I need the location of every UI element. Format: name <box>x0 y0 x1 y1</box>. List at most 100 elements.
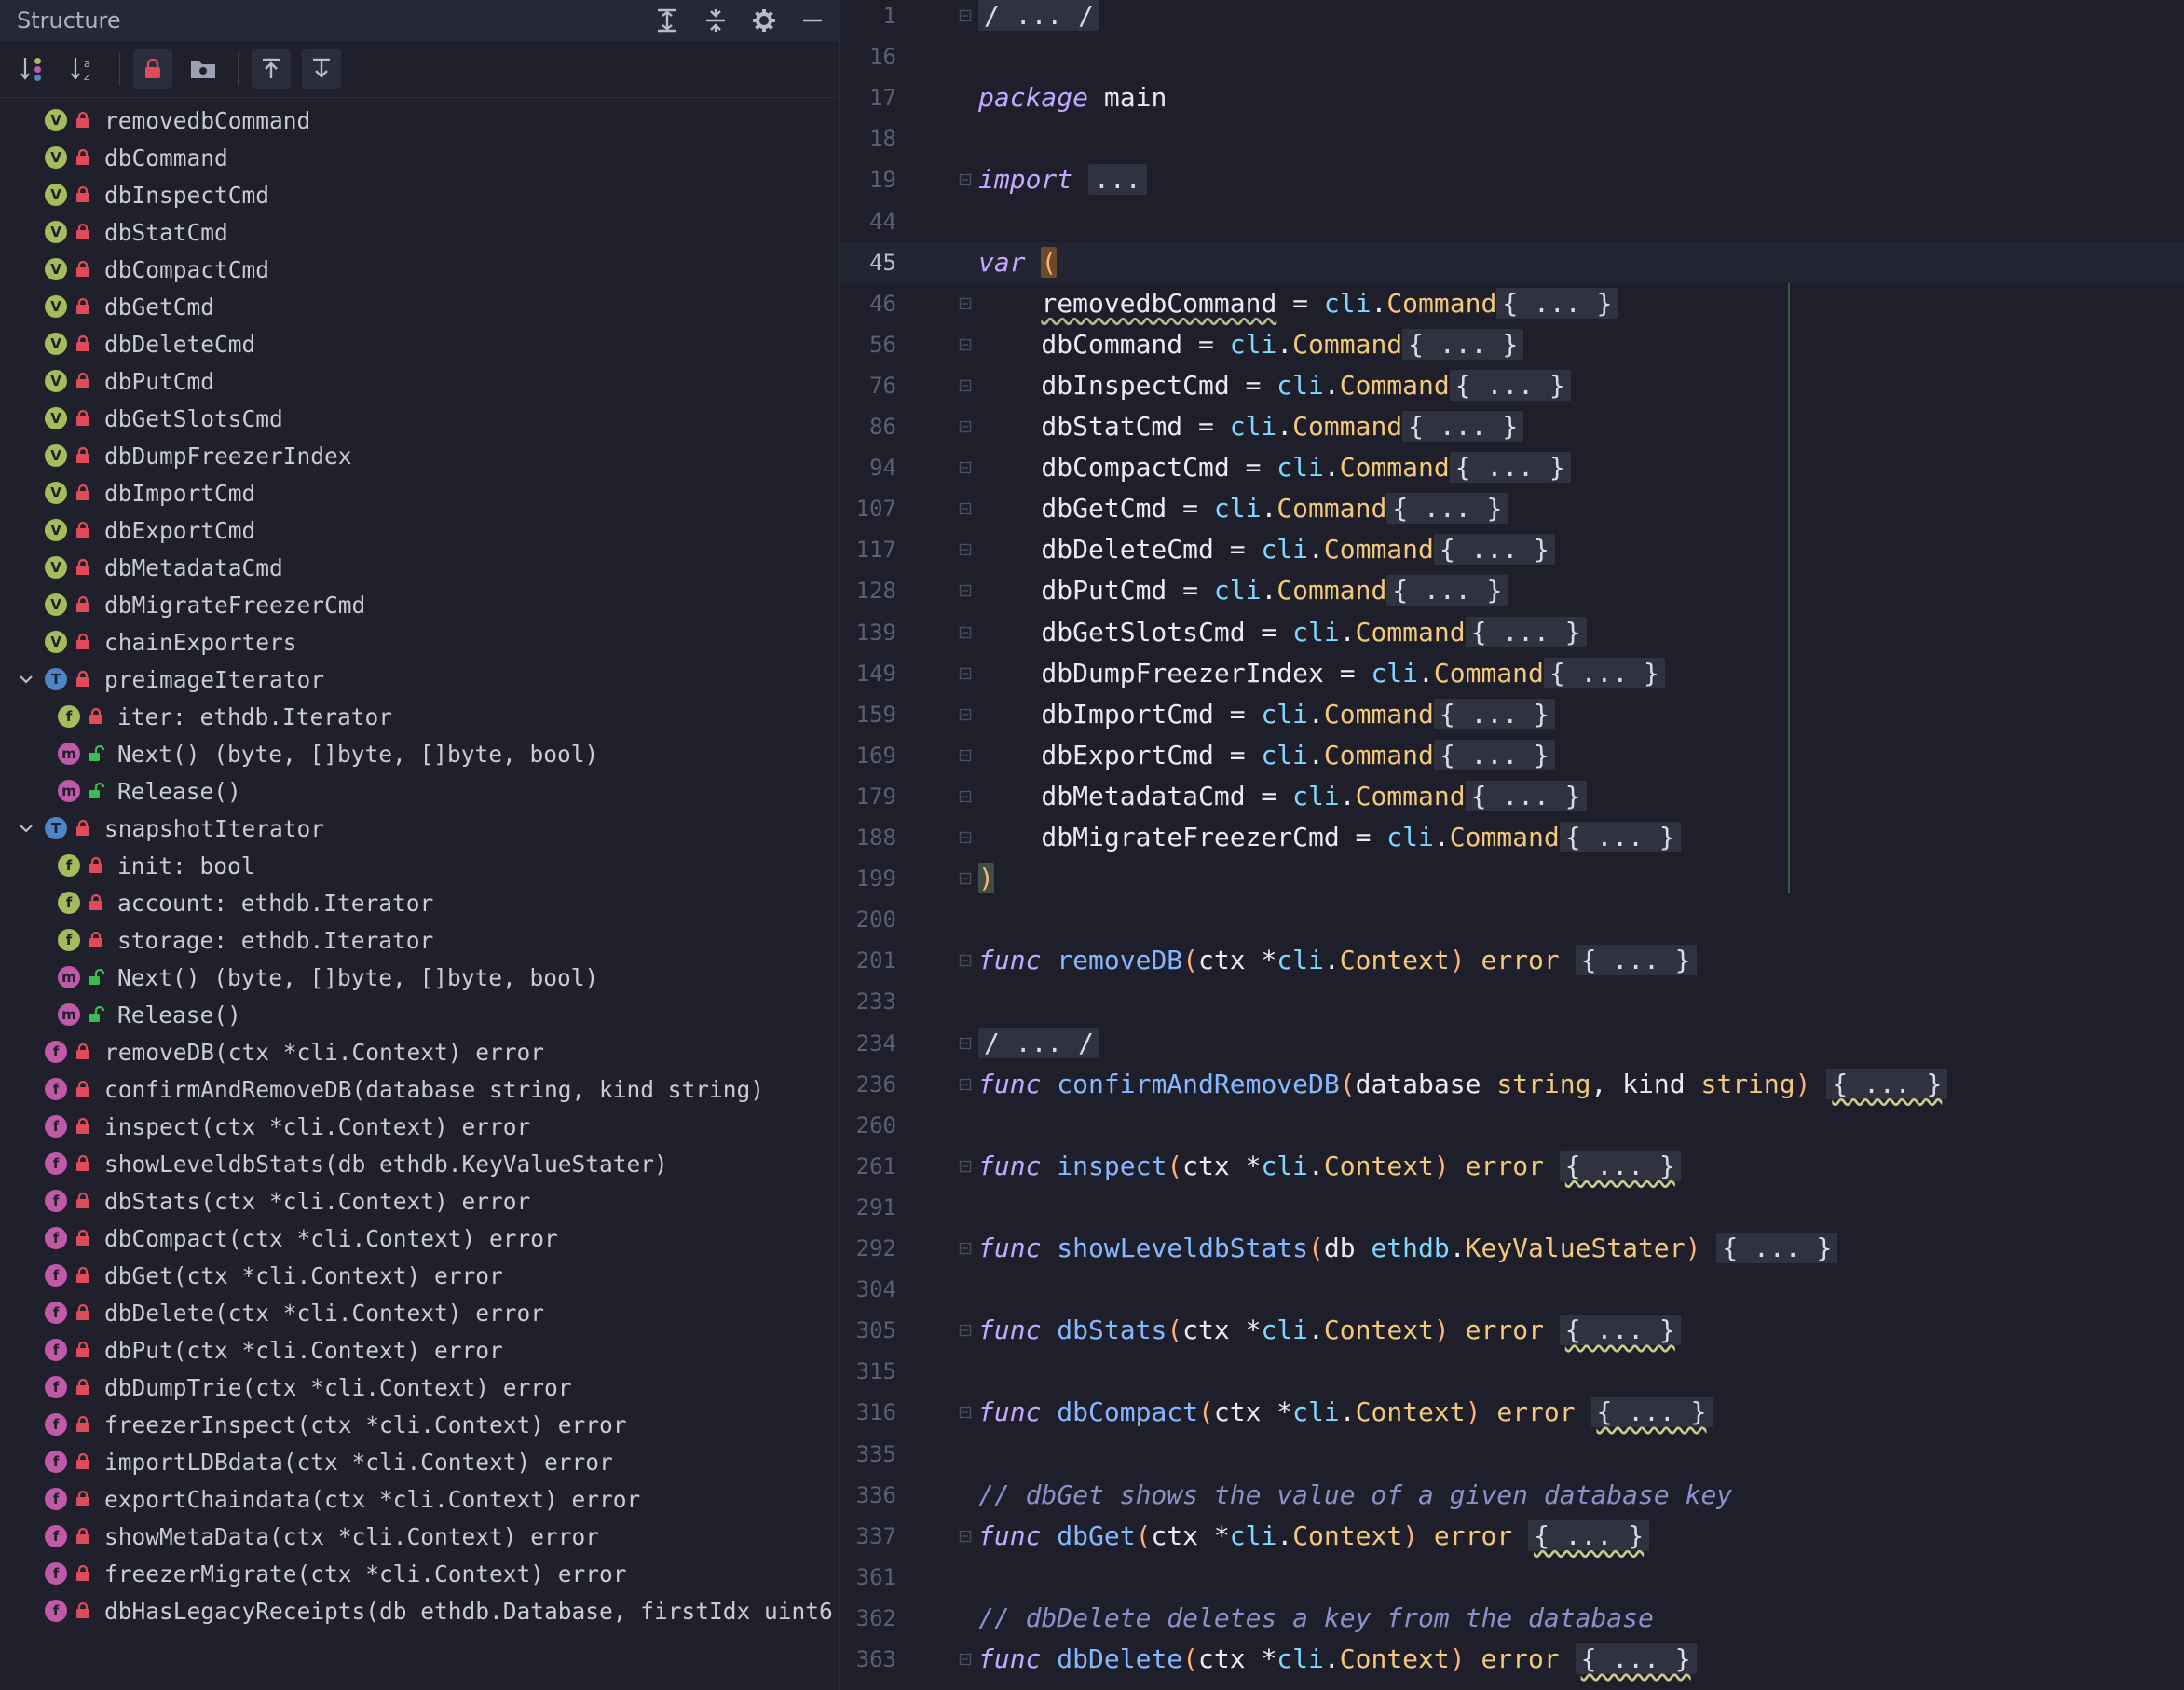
code-line[interactable]: 361 <box>840 1557 2184 1598</box>
line-number[interactable]: 139 <box>840 612 896 653</box>
line-number[interactable]: 316 <box>840 1392 896 1433</box>
line-number[interactable]: 336 <box>840 1475 896 1516</box>
show-private-icon[interactable] <box>133 49 172 89</box>
code-line[interactable]: 16 <box>840 36 2184 77</box>
code-line[interactable]: 56 dbCommand = cli.Command{ ... } <box>840 324 2184 365</box>
structure-item-function[interactable]: f freezerInspect(ctx *cli.Context) error <box>0 1406 839 1443</box>
code-line[interactable]: 149 dbDumpFreezerIndex = cli.Command{ ..… <box>840 653 2184 694</box>
folded-block[interactable]: { ... } <box>1433 534 1555 566</box>
fold-toggle-icon[interactable] <box>957 1064 974 1105</box>
fold-toggle-icon[interactable] <box>957 365 974 406</box>
line-number[interactable]: 233 <box>840 981 896 1022</box>
fold-toggle-icon[interactable] <box>957 0 974 36</box>
line-number[interactable]: 292 <box>840 1228 896 1269</box>
fold-toggle-icon[interactable] <box>957 1516 974 1557</box>
code-line[interactable]: 236 func confirmAndRemoveDB(database stri… <box>840 1064 2184 1105</box>
structure-item-variable[interactable]: VdbInspectCmd <box>0 176 839 213</box>
line-number[interactable]: 305 <box>840 1310 896 1351</box>
structure-item-variable[interactable]: VdbStatCmd <box>0 213 839 251</box>
code-line[interactable]: 363 func dbDelete(ctx *cli.Context) error… <box>840 1639 2184 1680</box>
line-number[interactable]: 107 <box>840 488 896 529</box>
structure-item-function[interactable]: f dbHasLegacyReceipts(db ethdb.Database, … <box>0 1592 839 1629</box>
code-line[interactable]: 304 <box>840 1269 2184 1310</box>
folded-block[interactable]: { ... } <box>1465 780 1587 811</box>
code-line[interactable]: 188 dbMigrateFreezerCmd = cli.Command{ .… <box>840 817 2184 858</box>
line-number[interactable]: 362 <box>840 1598 896 1639</box>
folded-block[interactable]: { ... } <box>1402 411 1524 442</box>
folded-block[interactable]: { ... } <box>1716 1233 1838 1263</box>
structure-item-method[interactable]: m Next() (byte, []byte, []byte, bool) <box>0 959 839 996</box>
line-number[interactable]: 16 <box>840 36 896 77</box>
line-number[interactable]: 18 <box>840 118 896 159</box>
collapse-all-icon[interactable] <box>695 2 736 39</box>
expand-all-icon[interactable] <box>647 2 688 39</box>
show-files-icon[interactable] <box>184 49 223 89</box>
line-number[interactable]: 188 <box>840 817 896 858</box>
minimize-icon[interactable] <box>792 2 833 39</box>
structure-item-variable[interactable]: VdbGetSlotsCmd <box>0 400 839 437</box>
line-number[interactable]: 45 <box>840 242 896 283</box>
line-number[interactable]: 291 <box>840 1187 896 1228</box>
structure-item-variable[interactable]: VdbCommand <box>0 139 839 176</box>
folded-block[interactable]: { ... } <box>1826 1068 1948 1099</box>
code-line[interactable]: 200 <box>840 899 2184 940</box>
code-line[interactable]: 86 dbStatCmd = cli.Command{ ... } <box>840 406 2184 447</box>
folded-block[interactable]: { ... } <box>1465 616 1587 647</box>
structure-item-function[interactable]: f inspect(ctx *cli.Context) error <box>0 1108 839 1145</box>
code-line[interactable]: 19 import ... <box>840 159 2184 200</box>
line-number[interactable]: 17 <box>840 77 896 118</box>
code-line[interactable]: 261 func inspect(ctx *cli.Context) error … <box>840 1146 2184 1187</box>
code-line[interactable]: 169 dbExportCmd = cli.Command{ ... } <box>840 735 2184 776</box>
structure-item-variable[interactable]: VdbMigrateFreezerCmd <box>0 586 839 623</box>
code-line[interactable]: 159 dbImportCmd = cli.Command{ ... } <box>840 694 2184 735</box>
fold-toggle-icon[interactable] <box>957 1392 974 1433</box>
folded-block[interactable]: / ... / <box>978 0 1100 31</box>
fold-toggle-icon[interactable] <box>957 612 974 653</box>
fold-toggle-icon[interactable] <box>957 694 974 735</box>
folded-block[interactable]: { ... } <box>1559 822 1681 852</box>
structure-item-variable[interactable]: VdbPutCmd <box>0 362 839 400</box>
structure-item-variable[interactable]: VchainExporters <box>0 623 839 661</box>
line-number[interactable]: 56 <box>840 324 896 365</box>
code-line[interactable]: 17 package main <box>840 77 2184 118</box>
structure-item-function[interactable]: f exportChaindata(ctx *cli.Context) error <box>0 1480 839 1518</box>
line-number[interactable]: 117 <box>840 529 896 570</box>
fold-toggle-icon[interactable] <box>957 1310 974 1351</box>
code-line[interactable]: 44 <box>840 201 2184 242</box>
line-number[interactable]: 201 <box>840 940 896 981</box>
code-line[interactable]: 315 <box>840 1351 2184 1392</box>
line-number[interactable]: 304 <box>840 1269 896 1310</box>
chevron-down-icon[interactable] <box>13 820 39 837</box>
folded-block[interactable]: ... <box>1088 164 1147 196</box>
line-number[interactable]: 94 <box>840 447 896 488</box>
fold-toggle-icon[interactable] <box>957 447 974 488</box>
fold-toggle-icon[interactable] <box>957 1228 974 1269</box>
structure-item-variable[interactable]: VdbExportCmd <box>0 511 839 549</box>
structure-item-function[interactable]: f confirmAndRemoveDB(database string, kin… <box>0 1070 839 1108</box>
structure-item-type[interactable]: TsnapshotIterator <box>0 810 839 847</box>
code-line[interactable]: 94 dbCompactCmd = cli.Command{ ... } <box>840 447 2184 488</box>
code-line[interactable]: 128 dbPutCmd = cli.Command{ ... } <box>840 570 2184 611</box>
structure-item-method[interactable]: m Next() (byte, []byte, []byte, bool) <box>0 735 839 772</box>
line-number[interactable]: 236 <box>840 1064 896 1105</box>
chevron-down-icon[interactable] <box>13 671 39 688</box>
fold-toggle-icon[interactable] <box>957 817 974 858</box>
line-number[interactable]: 234 <box>840 1023 896 1064</box>
code-line[interactable]: 291 <box>840 1187 2184 1228</box>
folded-block[interactable]: { ... } <box>1590 1397 1713 1428</box>
code-line[interactable]: 1 / ... / <box>840 0 2184 36</box>
folded-block[interactable]: { ... } <box>1449 369 1571 401</box>
line-number[interactable]: 19 <box>840 159 896 200</box>
structure-item-function[interactable]: f freezerMigrate(ctx *cli.Context) error <box>0 1555 839 1592</box>
structure-item-function[interactable]: f showLeveldbStats(db ethdb.KeyValueState… <box>0 1145 839 1182</box>
line-number[interactable]: 159 <box>840 694 896 735</box>
line-number[interactable]: 200 <box>840 899 896 940</box>
folded-block[interactable]: { ... } <box>1386 493 1508 525</box>
line-number[interactable]: 315 <box>840 1351 896 1392</box>
folded-block[interactable]: { ... } <box>1575 1643 1697 1674</box>
code-line[interactable]: 76 dbInspectCmd = cli.Command{ ... } <box>840 365 2184 406</box>
structure-item-function[interactable]: f dbCompact(ctx *cli.Context) error <box>0 1220 839 1257</box>
folded-block[interactable]: / ... / <box>978 1027 1100 1058</box>
line-number[interactable]: 149 <box>840 653 896 694</box>
code-line[interactable]: 335 <box>840 1434 2184 1475</box>
